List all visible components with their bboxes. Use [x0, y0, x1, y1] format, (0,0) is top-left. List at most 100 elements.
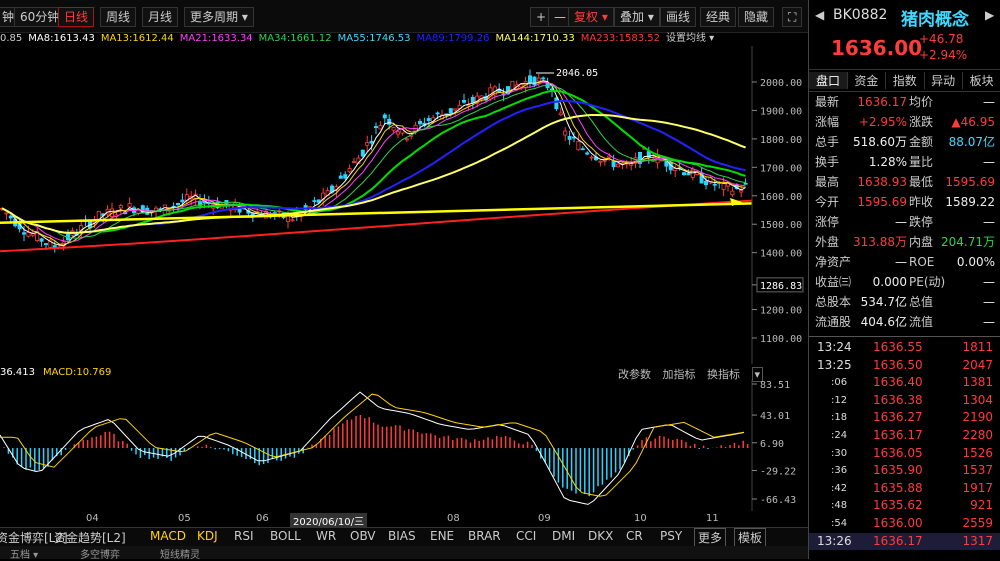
tick-time: 13:26	[817, 533, 852, 548]
quote-row: 今开 1595.69 昨收 1589.22	[809, 192, 1000, 212]
indicator-tab[interactable]: WR	[316, 529, 336, 543]
indicator-tab[interactable]: BRAR	[468, 529, 501, 543]
tick-list[interactable]: 13:24 1636.55 1811 13:25 1636.50 2047:06 1636.…	[809, 336, 1000, 551]
quote-value: —	[983, 275, 995, 289]
quote-value: 1638.93	[857, 175, 907, 189]
indicator-tab[interactable]: RSI	[234, 529, 254, 543]
adjust-price-dropdown[interactable]: 复权 ▾	[568, 7, 614, 27]
quote-row: 涨幅 +2.95% 涨跌 ▲46.95	[809, 112, 1000, 132]
tick-price: 1635.88	[873, 480, 923, 495]
candle-body	[39, 238, 44, 242]
indicator-tab[interactable]: KDJ	[197, 529, 218, 543]
panel-tab[interactable]: 指数	[886, 72, 925, 89]
candle-body	[448, 108, 453, 114]
indicator-tab[interactable]: BIAS	[388, 529, 416, 543]
price-tick-label: 1800.00	[760, 135, 802, 146]
candle-body	[616, 163, 621, 168]
indicator-tab[interactable]: CCI	[516, 529, 536, 543]
candle-body	[611, 160, 616, 168]
candle-body	[607, 155, 612, 158]
quote-row: 最高 1638.93 最低 1595.69	[809, 172, 1000, 192]
indicator-tab[interactable]: DKX	[588, 529, 613, 543]
quote-label: 金额	[909, 135, 934, 149]
hide-button[interactable]: 隐藏	[738, 7, 775, 27]
candle-body	[528, 75, 533, 84]
fullscreen-icon[interactable]: ⛶	[782, 7, 803, 27]
indicator-tab[interactable]: 模板	[734, 528, 767, 547]
indicator-tab[interactable]: BOLL	[270, 529, 301, 543]
quote-value: —	[895, 255, 907, 269]
candle-body	[4, 212, 9, 215]
period-daily-tab[interactable]: 日线	[58, 7, 95, 27]
quote-label: 外盘	[815, 235, 840, 249]
indicator-tab[interactable]: DMI	[552, 529, 575, 543]
quote-value: +2.95%	[858, 115, 907, 129]
tick-volume: 2047	[962, 357, 993, 372]
ma-legend-item[interactable]: 设置均线 ▾	[666, 33, 714, 44]
more-periods-dropdown[interactable]: 更多周期 ▾	[184, 7, 254, 27]
candle-body	[312, 200, 317, 203]
quote-value: 204.71万	[941, 235, 995, 249]
panel-tab[interactable]: 盘口	[809, 72, 848, 89]
candle-body	[554, 97, 559, 110]
indicator-tab[interactable]: OBV	[350, 529, 376, 543]
candle-body	[365, 142, 370, 146]
candle-body	[704, 180, 709, 186]
overlay-dropdown[interactable]: 叠加 ▾	[614, 7, 660, 27]
tick-volume: 921	[970, 498, 993, 513]
indicator-tab[interactable]: 资金趋势[L2]	[54, 529, 126, 546]
tick-volume: 2280	[962, 428, 993, 442]
candle-body	[563, 130, 568, 136]
quote-label: 涨跌	[909, 115, 934, 129]
quote-value: —	[895, 215, 907, 229]
quote-label: 流通股	[815, 315, 852, 329]
candle-body	[682, 172, 687, 175]
tick-time: :42	[831, 482, 848, 494]
tick-row: :24 1636.17 2280	[809, 427, 1000, 444]
macd-tick-label: -66.43	[760, 495, 796, 506]
period-weekly-tab[interactable]: 周线	[100, 7, 137, 27]
candle-body	[461, 100, 466, 103]
draw-line-button[interactable]: 画线	[660, 7, 697, 27]
indicator-tab[interactable]: ENE	[430, 529, 454, 543]
macd-chart[interactable]: 83.51 43.01 6.90 -29.22 -66.43	[0, 380, 808, 511]
quote-row: 最新 1636.17 均价 —	[809, 92, 1000, 112]
tick-volume: 1304	[962, 392, 993, 407]
candle-body	[347, 168, 352, 173]
quote-label: 净资产	[815, 255, 852, 269]
tick-volume: 1317	[962, 533, 993, 548]
ma-legend-item: MA89:1799.26	[416, 33, 490, 44]
candle-body	[395, 131, 400, 135]
tick-volume: 1526	[962, 445, 993, 460]
candlestick-chart[interactable]: 2046.05 2000.00 1900.00 1800.00 1700.00 1600…	[0, 46, 808, 364]
macd-tick-label: 6.90	[760, 439, 784, 450]
quote-label: 最高	[815, 175, 840, 189]
quote-value: 0.000	[872, 275, 907, 289]
quote-value: 88.07亿	[948, 135, 995, 149]
quote-label: 换手	[815, 155, 840, 169]
indicator-tab[interactable]: MACD	[150, 529, 186, 543]
candle-body	[712, 183, 717, 186]
indicator-tab[interactable]: PSY	[660, 529, 682, 543]
quote-label: 流值	[909, 315, 934, 329]
indicator-tab[interactable]: 更多	[694, 528, 727, 547]
indicator-tab[interactable]: CR	[626, 529, 643, 543]
candle-body	[404, 138, 409, 141]
panel-tab[interactable]: 异动	[924, 72, 964, 89]
prev-arrow-icon[interactable]: ◀	[815, 8, 824, 22]
classic-button[interactable]: 经典	[700, 7, 737, 27]
status-strip: 五档 ▾ 多空博弈 短线精灵	[0, 546, 808, 561]
candle-body	[585, 152, 590, 155]
candle-body	[338, 175, 343, 179]
tick-row: :06 1636.40 1381	[809, 374, 1000, 391]
next-arrow-icon[interactable]: ▶	[985, 8, 994, 22]
tick-row: :36 1635.90 1537	[809, 462, 1000, 479]
panel-tab[interactable]: 板块	[963, 72, 1000, 89]
period-monthly-tab[interactable]: 月线	[142, 7, 179, 27]
moving-average-line	[1, 81, 746, 243]
panel-tabs: 盘口 资金 指数 异动 板块	[809, 69, 1000, 92]
panel-tab[interactable]: 资金	[847, 72, 887, 89]
candle-body	[8, 215, 13, 219]
tick-row: :42 1635.88 1917	[809, 480, 1000, 497]
quote-value: 1589.22	[945, 195, 995, 209]
